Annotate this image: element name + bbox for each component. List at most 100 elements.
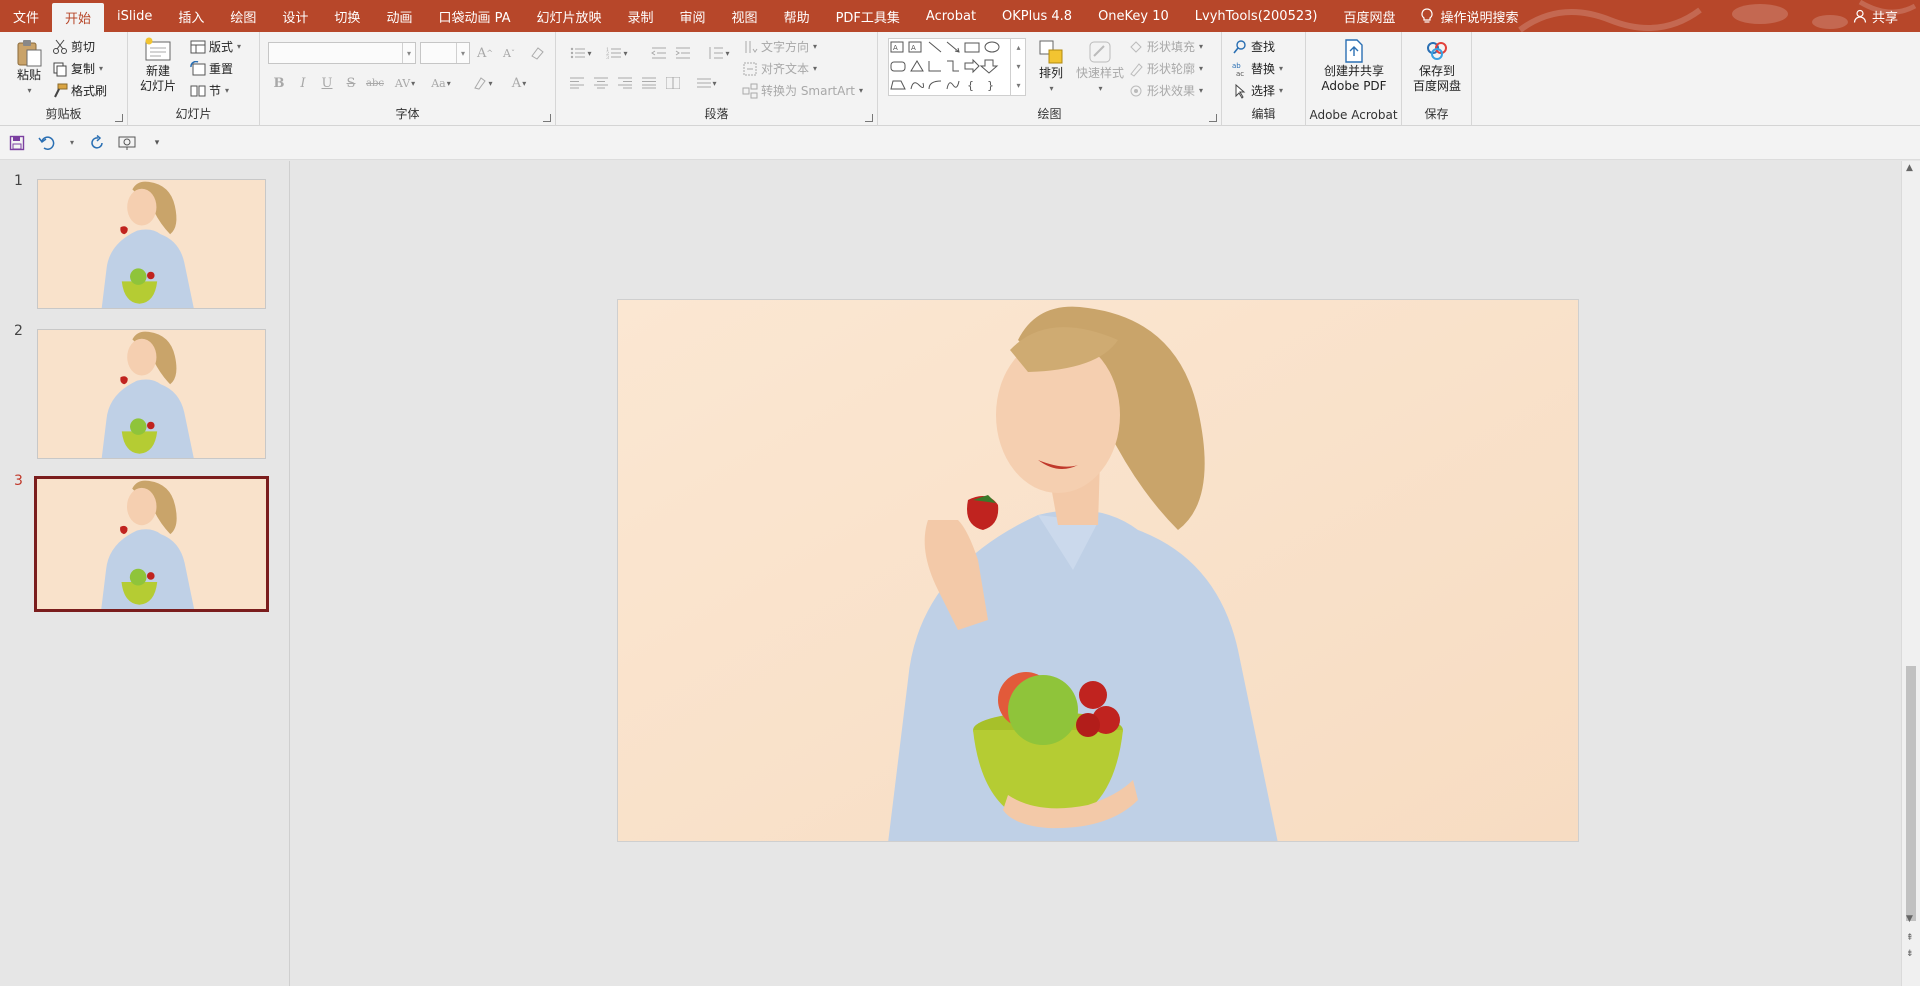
undo-icon[interactable] <box>38 134 56 152</box>
font-size-combo[interactable]: ▾ <box>420 42 470 64</box>
slide-thumbnail-2[interactable]: 2 <box>0 311 290 459</box>
slide-thumbnail-1[interactable]: 1 <box>0 161 290 309</box>
current-slide[interactable] <box>617 299 1579 842</box>
bullets-button[interactable]: ▾ <box>566 42 596 64</box>
tab-7[interactable]: 动画 <box>373 0 425 32</box>
smartart-button[interactable]: 转换为 SmartArt ▾ <box>742 82 863 99</box>
increase-indent-button[interactable] <box>672 42 694 64</box>
shapes-gallery[interactable]: A A { } <box>888 38 1026 96</box>
change-case-button[interactable]: Aa ▾ <box>426 72 456 94</box>
quick-styles-button[interactable]: 快速样式 ▾ <box>1072 38 1128 96</box>
slide-thumbnail-3[interactable]: 3 <box>0 461 290 612</box>
bold-button[interactable]: B <box>268 72 290 94</box>
save-to-baidu-button[interactable]: 保存到 百度网盘 <box>1406 38 1468 94</box>
save-icon[interactable] <box>8 134 26 152</box>
format-painter-button[interactable]: 格式刷 <box>52 82 107 99</box>
tab-14[interactable]: PDF工具集 <box>823 0 913 32</box>
clipboard-launcher-icon[interactable] <box>115 114 123 122</box>
clipboard-icon <box>17 40 42 67</box>
tab-19[interactable]: 百度网盘 <box>1330 0 1408 32</box>
distribute-button[interactable]: ▾ <box>692 72 722 94</box>
shrink-font-button[interactable]: Aˇ <box>498 42 520 64</box>
paragraph-launcher-icon[interactable] <box>865 114 873 122</box>
shape-fill-button[interactable]: 形状填充 ▾ <box>1128 38 1203 55</box>
tab-18[interactable]: LvyhTools(200523) <box>1182 0 1331 32</box>
tab-12[interactable]: 视图 <box>719 0 771 32</box>
paragraph-group: ▾ 1 2 3 ▾ ▾ 文字方向 ▾ 对齐文本 ▾ 转换为 SmartArt ▾ ▾ 段落 <box>556 32 878 126</box>
vertical-scrollbar[interactable]: ▲ ▼ ⇞ ⇟ <box>1901 161 1920 986</box>
undo-dropdown-icon[interactable]: ▾ <box>68 134 76 152</box>
customize-qat-icon[interactable]: ▾ <box>148 134 166 152</box>
scrollbar-thumb[interactable] <box>1906 666 1916 921</box>
scroll-up-icon[interactable]: ▲ <box>1906 163 1913 173</box>
reset-button[interactable]: 重置 <box>190 60 233 77</box>
shape-effects-button[interactable]: 形状效果 ▾ <box>1128 82 1203 99</box>
previous-slide-icon[interactable]: ⇞ <box>1906 933 1914 943</box>
slide-thumbnail-image[interactable] <box>37 179 266 309</box>
start-from-beginning-icon[interactable] <box>118 134 136 152</box>
decrease-indent-button[interactable] <box>648 42 670 64</box>
columns-button[interactable] <box>662 72 684 94</box>
char-spacing-button[interactable]: AV ▾ <box>390 72 420 94</box>
next-slide-icon[interactable]: ⇟ <box>1906 949 1914 959</box>
clear-format-button[interactable] <box>526 42 548 64</box>
italic-button[interactable]: I <box>292 72 314 94</box>
tab-5[interactable]: 设计 <box>269 0 321 32</box>
font-name-combo[interactable]: ▾ <box>268 42 416 64</box>
tab-3[interactable]: 插入 <box>165 0 217 32</box>
text-direction-button[interactable]: 文字方向 ▾ <box>742 38 817 55</box>
shapes-gallery-scroll[interactable]: ▴ ▾ ▾ <box>1010 38 1026 96</box>
replace-button[interactable]: ab ac 替换 ▾ <box>1232 60 1283 78</box>
cut-button[interactable]: 剪切 <box>52 38 95 55</box>
line-spacing-button[interactable]: ▾ <box>704 42 734 64</box>
tab-17[interactable]: OneKey 10 <box>1085 0 1182 32</box>
slide-thumbnail-image[interactable] <box>37 329 266 459</box>
tab-0[interactable]: 文件 <box>0 0 52 32</box>
select-button[interactable]: 选择 ▾ <box>1232 82 1283 99</box>
eraser-icon <box>531 47 544 60</box>
tell-me-search[interactable]: 操作说明搜索 <box>1408 0 1530 32</box>
drawing-launcher-icon[interactable] <box>1209 114 1217 122</box>
acrobat-group: 创建并共享 Adobe PDF Adobe Acrobat <box>1306 32 1402 126</box>
tab-1[interactable]: 开始 <box>52 3 105 32</box>
arrange-button[interactable]: 排列 ▾ <box>1034 38 1068 96</box>
align-center-button[interactable] <box>590 72 612 94</box>
grow-font-button[interactable]: A ^ <box>474 42 496 64</box>
justify-button[interactable] <box>638 72 660 94</box>
tab-15[interactable]: Acrobat <box>913 0 989 32</box>
share-button[interactable]: 共享 <box>1853 0 1898 32</box>
font-group-label: 字体 <box>395 107 420 121</box>
paste-button[interactable]: 粘贴 ▾ <box>12 38 46 98</box>
copy-button[interactable]: 复制 ▾ <box>52 60 103 77</box>
underline-button[interactable]: U <box>316 72 338 94</box>
align-right-button[interactable] <box>614 72 636 94</box>
find-button[interactable]: 查找 <box>1232 38 1275 55</box>
align-left-button[interactable] <box>566 72 588 94</box>
tab-10[interactable]: 录制 <box>615 0 667 32</box>
tab-8[interactable]: 口袋动画 PA <box>425 0 523 32</box>
create-pdf-button[interactable]: 创建并共享 Adobe PDF <box>1310 38 1398 94</box>
slide-thumbnail-image[interactable] <box>34 476 269 612</box>
section-button[interactable]: 节 ▾ <box>190 82 229 99</box>
redo-icon[interactable] <box>88 134 106 152</box>
font-color-button[interactable]: A ▾ <box>504 72 534 94</box>
shape-outline-button[interactable]: 形状轮廓 ▾ <box>1128 60 1203 77</box>
layout-button[interactable]: 版式 ▾ <box>190 38 241 55</box>
numbering-button[interactable]: 1 2 3 ▾ <box>602 42 632 64</box>
align-text-button[interactable]: 对齐文本 ▾ <box>742 60 817 77</box>
font-launcher-icon[interactable] <box>543 114 551 122</box>
tab-9[interactable]: 幻灯片放映 <box>524 0 615 32</box>
tab-2[interactable]: iSlide <box>104 0 165 32</box>
tab-4[interactable]: 绘图 <box>217 0 269 32</box>
new-slide-button[interactable]: 新建 幻灯片 <box>136 36 180 94</box>
tab-16[interactable]: OKPlus 4.8 <box>989 0 1085 32</box>
layout-dropdown-icon: ▾ <box>237 42 242 51</box>
tab-6[interactable]: 切换 <box>321 0 373 32</box>
slide-photo-woman-with-fruit[interactable] <box>618 300 1579 842</box>
highlight-button[interactable]: ▾ <box>468 72 498 94</box>
shadow-button[interactable]: S <box>340 72 362 94</box>
strikethrough-button[interactable]: abc <box>364 72 386 94</box>
tab-13[interactable]: 帮助 <box>771 0 823 32</box>
tab-11[interactable]: 审阅 <box>667 0 719 32</box>
scroll-down-icon[interactable]: ▼ <box>1906 914 1913 924</box>
